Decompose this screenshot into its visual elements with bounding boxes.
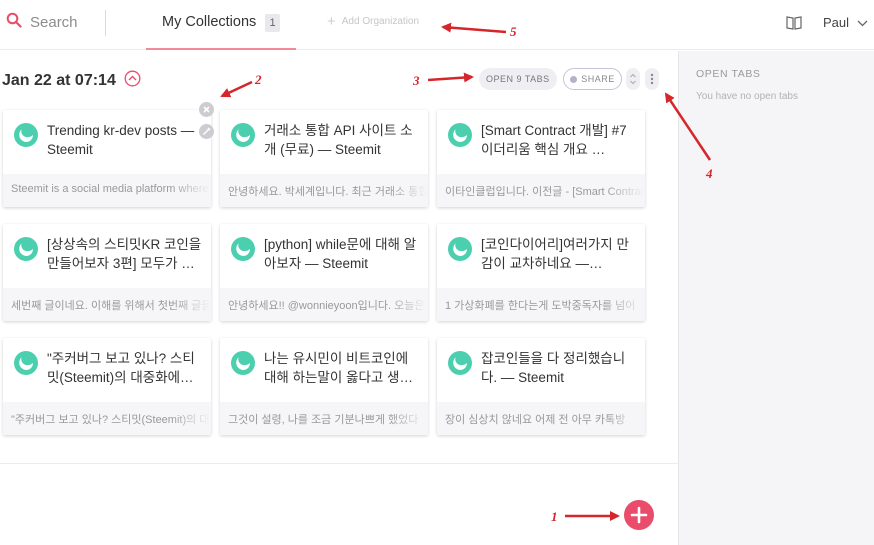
tab-label: My Collections — [162, 14, 257, 30]
search-button[interactable]: Search — [6, 12, 78, 33]
sort-button[interactable] — [626, 68, 640, 90]
sort-icon — [630, 73, 636, 85]
card-description: 그것이 설령, 나를 조금 기분나쁘게 했었다 — [220, 402, 428, 435]
tab-my-collections[interactable]: My Collections 1 — [146, 0, 296, 50]
tab-card[interactable]: Trending kr-dev posts — Steemit Steemit … — [3, 110, 211, 207]
steemit-favicon-icon — [447, 350, 473, 381]
card-description: 1 가상화폐를 한다는게 도박중독자를 넘어 — [437, 288, 645, 321]
steemit-favicon-icon — [230, 236, 256, 267]
steemit-favicon-icon — [447, 122, 473, 153]
share-button[interactable]: SHARE — [563, 68, 622, 90]
open-tabs-sidebar: OPEN TABS You have no open tabs — [678, 51, 874, 545]
tab-card[interactable]: "주커버그 보고 있나? 스티밋(Steemit)의 대중화에… "주커버그 보… — [3, 338, 211, 435]
card-description: 장이 심상치 않네요 어제 전 아무 카톡방 — [437, 402, 645, 435]
card-description: 이타인클럽입니다. 이전글 - [Smart Contract — [437, 174, 645, 207]
card-description: Steemit is a social media platform where… — [3, 174, 211, 207]
add-collection-button[interactable] — [624, 500, 654, 530]
remove-card-button[interactable] — [199, 102, 214, 117]
session-date: Jan 22 at 07:14 — [2, 72, 116, 89]
sidebar-empty-text: You have no open tabs — [696, 91, 798, 102]
steemit-favicon-icon — [230, 350, 256, 381]
card-title: [코인다이어리]여러가지 만감이 교차하네요 —… — [481, 237, 629, 271]
steemit-favicon-icon — [447, 236, 473, 267]
chevron-down-icon — [857, 15, 868, 30]
open-tabs-button[interactable]: OPEN 9 TABS — [479, 68, 557, 90]
card-description: 세번째 글이네요. 이해를 위해서 첫번째 글을 — [3, 288, 211, 321]
tab-card[interactable]: 잡코인들을 다 정리했습니다. — Steemit 장이 심상치 않네요 어제 … — [437, 338, 645, 435]
close-icon — [203, 106, 210, 113]
annotation-label-2: 2 — [255, 72, 262, 87]
annotation-label-1: 1 — [551, 509, 558, 524]
search-label: Search — [30, 14, 78, 31]
tab-card[interactable]: [코인다이어리]여러가지 만감이 교차하네요 —… 1 가상화폐를 한다는게 도… — [437, 224, 645, 321]
tab-card[interactable]: 거래소 통합 API 사이트 소개 (무료) — Steemit 안녕하세요. … — [220, 110, 428, 207]
pencil-icon — [202, 127, 211, 136]
user-name: Paul — [823, 15, 850, 30]
plus-icon: + — [327, 12, 336, 30]
tab-card[interactable]: 나는 유시민이 비트코인에 대해 하는말이 옳다고 생… 그것이 설령, 나를 … — [220, 338, 428, 435]
collections-count-badge: 1 — [265, 14, 280, 32]
card-title: 거래소 통합 API 사이트 소개 (무료) — Steemit — [264, 123, 413, 157]
divider — [105, 10, 106, 36]
edit-card-button[interactable] — [199, 124, 214, 139]
search-icon — [6, 12, 22, 33]
steemit-favicon-icon — [13, 350, 39, 381]
session-header: Jan 22 at 07:14 — [2, 70, 141, 92]
card-title: [Smart Contract 개발] #7 이더리움 핵심 개요 … — [481, 123, 627, 157]
more-options-button[interactable] — [645, 68, 659, 90]
steemit-favicon-icon — [13, 236, 39, 267]
collapse-chevron-up-icon[interactable] — [124, 70, 141, 92]
tab-card[interactable]: [Smart Contract 개발] #7 이더리움 핵심 개요 … 이타인클… — [437, 110, 645, 207]
divider — [0, 463, 678, 464]
plus-icon — [630, 506, 648, 524]
book-icon[interactable] — [786, 15, 802, 35]
annotation-label-5: 5 — [510, 24, 517, 39]
annotation-label-4: 4 — [706, 166, 713, 181]
card-title: 잡코인들을 다 정리했습니다. — Steemit — [481, 351, 626, 385]
card-description: "주커버그 보고 있나? 스티밋(Steemit)의 대중화 — [3, 402, 211, 435]
card-title: Trending kr-dev posts — Steemit — [47, 123, 195, 157]
card-description: 안녕하세요. 박세계입니다. 최근 거래소 통합 — [220, 174, 428, 207]
tab-card[interactable]: [상상속의 스티밋KR 코인을 만들어보자 3편] 모두가 … 세번째 글이네요… — [3, 224, 211, 321]
share-dot-icon — [570, 75, 578, 83]
collection-main: Jan 22 at 07:14 OPEN 9 TABS SHARE Trendi… — [0, 51, 678, 545]
annotation-label-3: 3 — [413, 73, 420, 88]
card-title: [python] while문에 대해 알아보자 — Steemit — [264, 237, 417, 271]
add-organization-button[interactable]: + Add Organization — [327, 12, 420, 30]
add-organization-label: Add Organization — [341, 16, 420, 27]
card-title: [상상속의 스티밋KR 코인을 만들어보자 3편] 모두가 … — [47, 237, 202, 271]
card-title: "주커버그 보고 있나? 스티밋(Steemit)의 대중화에… — [47, 351, 195, 385]
card-description: 안녕하세요!! @wonnieyoon입니다. 오늘은 — [220, 288, 428, 321]
card-title: 나는 유시민이 비트코인에 대해 하는말이 옳다고 생… — [264, 351, 413, 385]
share-label: SHARE — [581, 74, 615, 84]
more-vertical-icon — [650, 73, 654, 85]
steemit-favicon-icon — [230, 122, 256, 153]
steemit-favicon-icon — [13, 122, 39, 153]
sidebar-heading: OPEN TABS — [696, 68, 761, 80]
top-bar: Search My Collections 1 + Add Organizati… — [0, 0, 874, 50]
user-menu[interactable]: Paul — [823, 15, 868, 30]
tab-card[interactable]: [python] while문에 대해 알아보자 — Steemit 안녕하세요… — [220, 224, 428, 321]
